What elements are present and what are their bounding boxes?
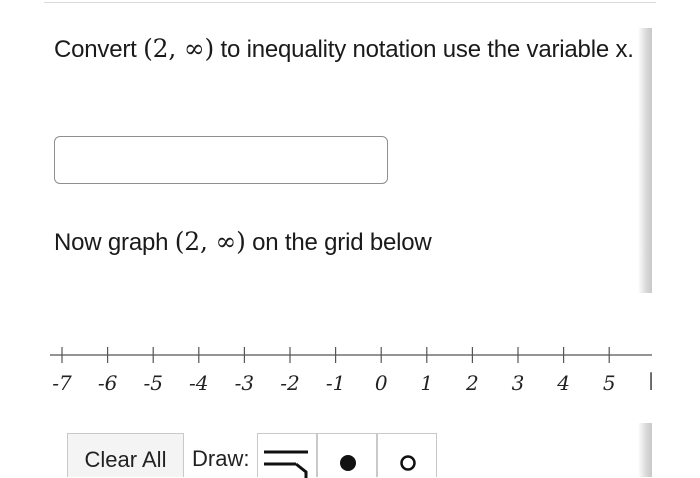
- open-dot-icon: [400, 454, 417, 471]
- answer-input[interactable]: [54, 136, 388, 184]
- clear-all-button[interactable]: Clear All: [67, 433, 184, 477]
- tick-label: 3: [512, 371, 525, 395]
- tick-label: 2: [465, 371, 479, 395]
- question-prefix: Convert: [54, 36, 137, 63]
- scroll-edge-shadow: [638, 28, 652, 293]
- clear-all-label: Clear All: [84, 446, 167, 472]
- question-suffix: to inequality notation use the variable …: [214, 36, 634, 63]
- closed-dot-icon: [340, 454, 357, 471]
- ray-tool-button[interactable]: [257, 433, 318, 478]
- tick-label: -6: [98, 371, 118, 395]
- question-interval: (2, ∞): [143, 34, 215, 63]
- graph-toolbar: Clear All Draw:: [67, 433, 438, 478]
- graph-instruction: Now graph (2, ∞) on the grid below: [54, 223, 634, 261]
- open-dot-button[interactable]: [377, 433, 438, 477]
- closed-dot-button[interactable]: [317, 433, 378, 477]
- question-text: Convert (2, ∞) to inequality notation us…: [54, 30, 634, 68]
- tick-label: -7: [52, 371, 72, 395]
- top-divider: [44, 2, 656, 3]
- tick-label: -3: [235, 371, 254, 395]
- number-line-grid[interactable]: -7 -6 -5 -4 -3 -2 -1 0 1 2 3 4 5 |: [0, 330, 660, 400]
- number-line-ticks: -7 -6 -5 -4 -3 -2 -1 0 1 2 3 4 5: [52, 347, 616, 395]
- scroll-edge-shadow: [638, 423, 652, 477]
- tick-label: 1: [420, 371, 433, 395]
- graph-prompt-interval: (2, ∞): [174, 227, 246, 256]
- tick-label: 4: [556, 371, 570, 395]
- tick-label: -4: [189, 371, 208, 395]
- tick-label: 0: [375, 371, 388, 395]
- graph-prompt-prefix: Now graph: [54, 229, 169, 256]
- tick-label: -5: [143, 371, 162, 395]
- tick-label: 5: [603, 371, 616, 395]
- tick-label: -1: [326, 371, 345, 395]
- tick-label: -2: [280, 371, 299, 395]
- ray-tool-icon: [264, 450, 309, 478]
- graph-prompt-suffix: on the grid below: [245, 229, 432, 256]
- axis-overflow-mark: |: [648, 370, 654, 391]
- draw-label: Draw:: [192, 446, 250, 471]
